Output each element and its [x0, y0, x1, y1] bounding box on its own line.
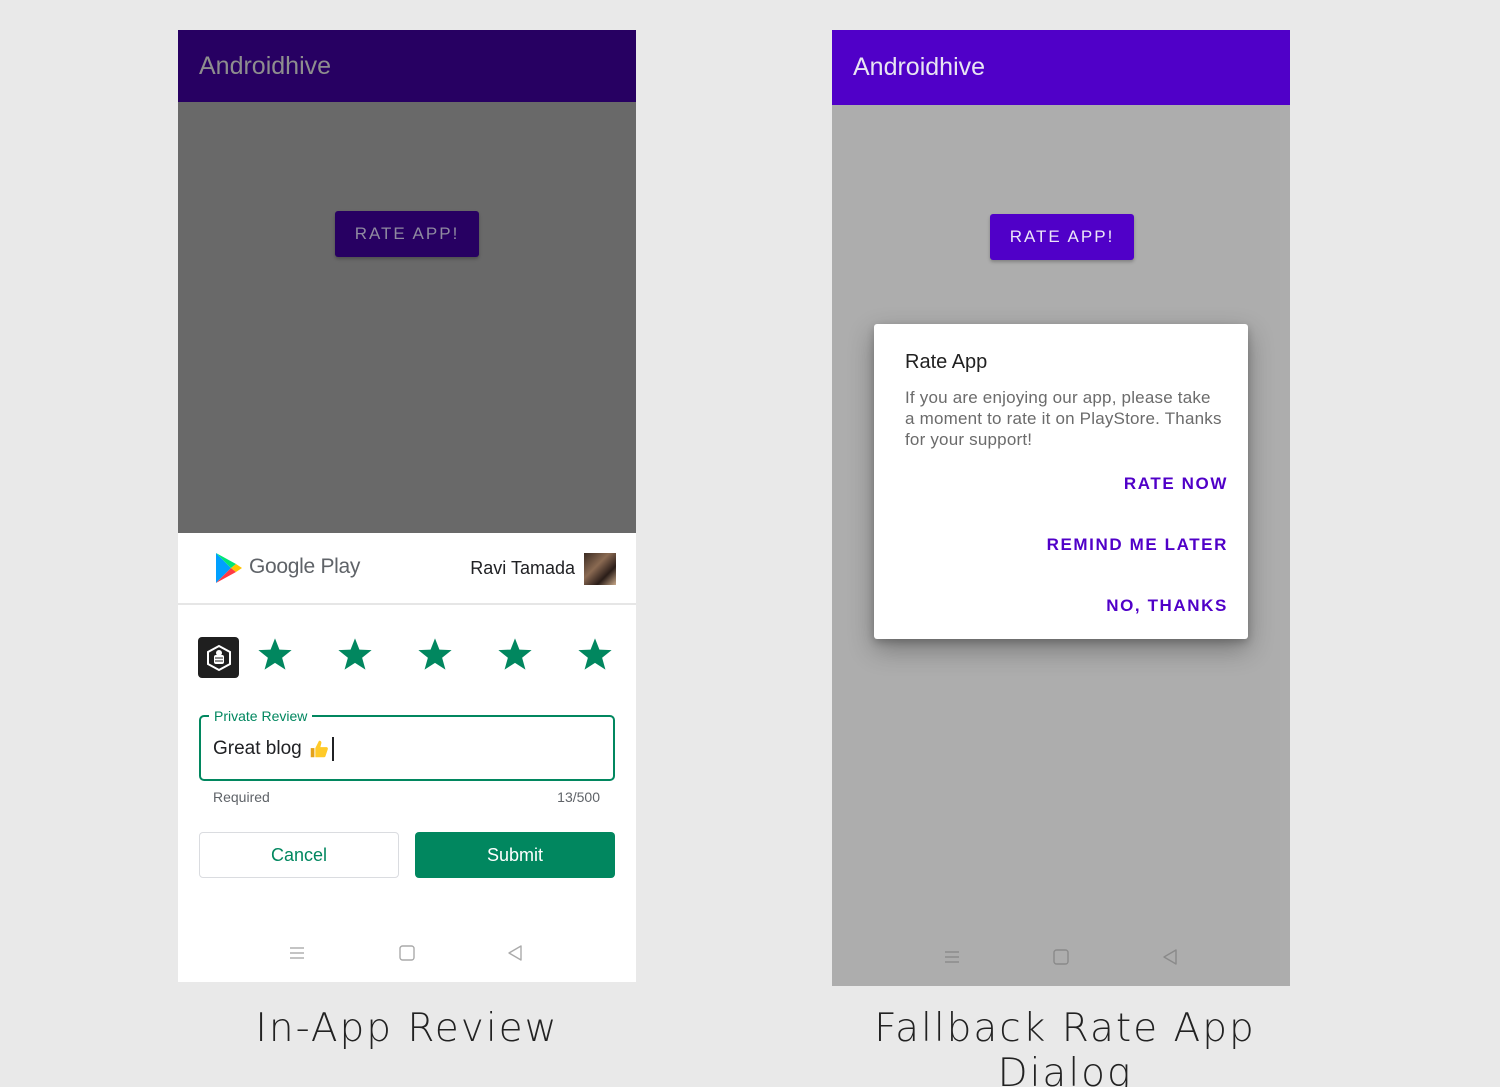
star-icon-1[interactable] — [256, 636, 294, 674]
star-icon-5[interactable] — [576, 636, 614, 674]
user-name: Ravi Tamada — [470, 558, 575, 578]
menu-icon[interactable] — [287, 943, 307, 963]
text-cursor — [331, 737, 334, 761]
back-triangle-icon[interactable] — [505, 943, 525, 963]
google-play-review-sheet: Google Play Ravi Tamada Private Review G… — [178, 533, 636, 982]
rate-app-dialog: Rate App If you are enjoying our app, pl… — [874, 324, 1248, 639]
system-nav-bar — [832, 942, 1290, 972]
private-review-label: Private Review — [209, 708, 313, 724]
cancel-button[interactable]: Cancel — [199, 832, 399, 878]
caption-fallback-dialog: Fallback Rate App Dialog — [874, 1006, 1256, 1087]
star-icon-3[interactable] — [416, 636, 454, 674]
rate-app-button[interactable]: RATE APP! — [335, 211, 479, 257]
remind-me-later-button[interactable]: REMIND ME LATER — [1047, 535, 1228, 555]
back-triangle-icon[interactable] — [1160, 947, 1180, 967]
char-counter: 13/500 — [557, 789, 600, 805]
menu-icon[interactable] — [942, 947, 962, 967]
google-play-label: Google Play — [249, 555, 361, 578]
app-bar: Androidhive — [178, 30, 636, 102]
thumbs-up-icon — [310, 740, 328, 758]
google-play-icon — [216, 553, 242, 583]
submit-button[interactable]: Submit — [415, 832, 615, 878]
dialog-message: If you are enjoying our app, please take… — [905, 388, 1222, 449]
system-nav-bar — [178, 938, 636, 968]
caption-in-app-review: In-App Review — [255, 1006, 559, 1051]
app-title: Androidhive — [199, 51, 332, 80]
star-icon-2[interactable] — [336, 636, 374, 674]
in-app-review-phone: Androidhive RATE APP! Google Play Ravi T… — [178, 30, 636, 982]
sheet-header: Google Play Ravi Tamada — [178, 533, 636, 605]
app-title: Androidhive — [853, 53, 986, 81]
rate-app-button[interactable]: RATE APP! — [990, 214, 1134, 260]
review-text-value: Great blog — [213, 738, 302, 759]
star-icon-4[interactable] — [496, 636, 534, 674]
no-thanks-button[interactable]: NO, THANKS — [1106, 596, 1228, 616]
app-icon — [198, 637, 239, 678]
home-square-icon[interactable] — [397, 943, 417, 963]
home-square-icon[interactable] — [1051, 947, 1071, 967]
dialog-title: Rate App — [905, 351, 988, 373]
fallback-dialog-phone: Androidhive RATE APP! Rate App If you ar… — [832, 30, 1290, 986]
required-hint: Required — [213, 789, 270, 805]
avatar[interactable] — [584, 553, 616, 585]
rate-now-button[interactable]: RATE NOW — [1124, 474, 1228, 494]
app-bar: Androidhive — [832, 30, 1290, 105]
review-text[interactable]: Great blog — [213, 737, 334, 761]
android-hive-icon — [206, 644, 231, 671]
